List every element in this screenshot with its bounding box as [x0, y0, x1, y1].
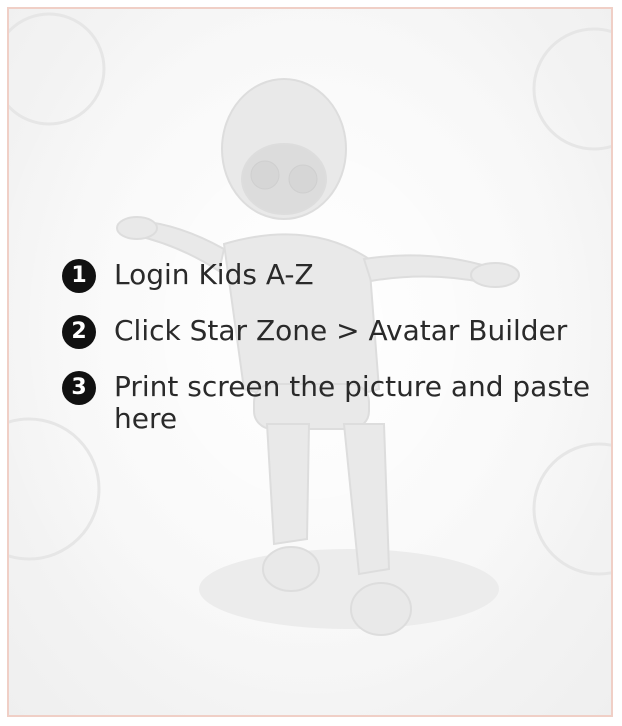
instruction-steps: 1 Login Kids A-Z 2 Click Star Zone > Ava…: [62, 253, 602, 435]
step-text: Print screen the picture and paste here: [114, 370, 591, 435]
step-text: Click Star Zone > Avatar Builder: [114, 314, 568, 347]
step-number-badge: 3: [62, 371, 96, 405]
instruction-card: 1 Login Kids A-Z 2 Click Star Zone > Ava…: [7, 7, 613, 717]
step-text: Login Kids A-Z: [114, 258, 314, 291]
step-number-badge: 2: [62, 315, 96, 349]
step-item: 3 Print screen the picture and paste her…: [62, 365, 602, 435]
step-number-badge: 1: [62, 259, 96, 293]
step-item: 1 Login Kids A-Z: [62, 253, 602, 293]
step-item: 2 Click Star Zone > Avatar Builder: [62, 309, 602, 349]
